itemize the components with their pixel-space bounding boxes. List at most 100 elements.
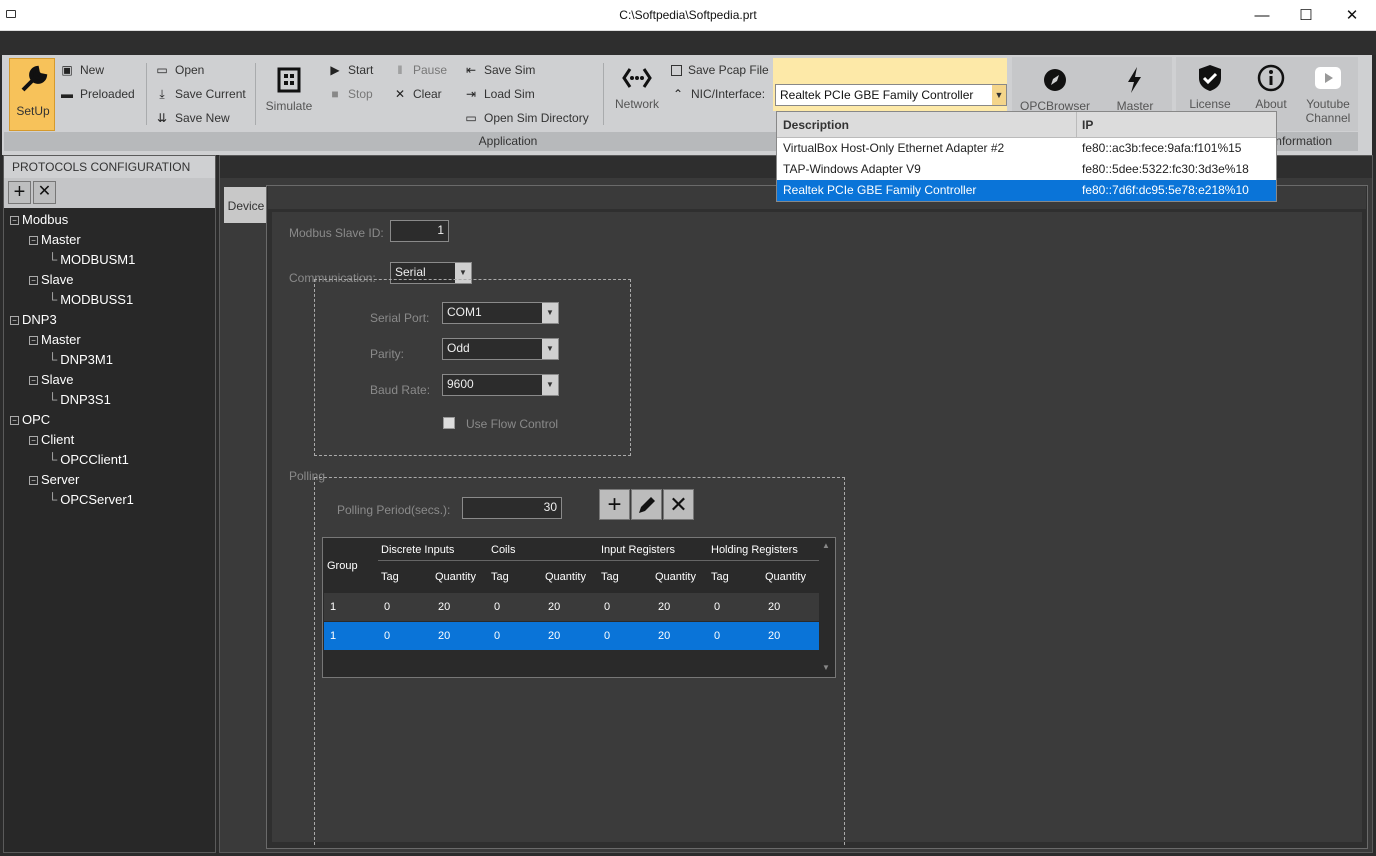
remove-protocol-button[interactable]: ✕ — [33, 181, 56, 204]
use-flow-control-checkbox[interactable] — [443, 417, 455, 429]
add-poll-button[interactable]: + — [599, 489, 630, 520]
tree-item[interactable]: └ MODBUSS1 — [48, 292, 133, 307]
edit-poll-button[interactable] — [631, 489, 662, 520]
table-row[interactable]: 1 0 20 0 20 0 20 0 20 — [324, 593, 819, 621]
discrete-inputs-header: Discrete Inputs — [381, 544, 455, 556]
collapse-icon[interactable]: − — [29, 276, 38, 286]
nic-combobox[interactable]: Realtek PCIe GBE Family Controller ▼ — [775, 84, 1007, 106]
collapse-icon[interactable]: − — [29, 476, 38, 486]
delete-poll-button[interactable]: ✕ — [663, 489, 694, 520]
stop-button[interactable]: ■ Stop — [328, 87, 372, 101]
chevron-down-icon[interactable]: ▼ — [992, 85, 1006, 105]
title-bar: C:\Softpedia\Softpedia.prt — ☐ ✕ — [0, 0, 1376, 31]
tree-item[interactable]: − Server — [29, 472, 79, 487]
description-column-header[interactable]: Description — [783, 118, 849, 132]
save-current-button[interactable]: ⤓ Save Current — [155, 87, 245, 101]
collapse-icon[interactable]: − — [10, 416, 19, 426]
maximize-button[interactable]: ☐ — [1283, 0, 1329, 31]
tree-item-label: OPCServer1 — [60, 492, 134, 507]
ip-column-header[interactable]: IP — [1082, 118, 1093, 132]
start-button[interactable]: ▶ Start — [328, 63, 373, 77]
tree-item[interactable]: − Slave — [29, 272, 74, 287]
tree-item[interactable]: − Master — [29, 332, 81, 347]
open-button[interactable]: ▭ Open — [155, 63, 204, 77]
tree-item[interactable]: − Master — [29, 232, 81, 247]
tree-item[interactable]: − Slave — [29, 372, 74, 387]
play-icon: ▶ — [330, 63, 340, 77]
nic-option[interactable]: TAP-Windows Adapter V9 fe80::5dee:5322:fc… — [777, 159, 1276, 180]
preloaded-button[interactable]: ▬ Preloaded — [60, 87, 135, 101]
tree-item[interactable]: − DNP3 — [10, 312, 57, 327]
clear-button[interactable]: ✕ Clear — [393, 87, 442, 101]
setup-button[interactable]: SetUp — [9, 58, 55, 131]
table-cell: 0 — [494, 601, 501, 613]
save-sim-label: Save Sim — [484, 63, 536, 77]
serial-port-select[interactable]: COM1 ▼ — [442, 302, 559, 324]
collapse-icon[interactable]: − — [29, 436, 38, 446]
nic-description: Realtek PCIe GBE Family Controller — [783, 183, 977, 197]
holding-registers-header: Holding Registers — [711, 544, 798, 556]
add-protocol-button[interactable]: + — [8, 181, 31, 204]
about-button[interactable]: About — [1244, 63, 1298, 111]
open-label: Open — [175, 63, 205, 77]
tab-device[interactable]: Device — [224, 187, 268, 223]
collapse-icon[interactable]: − — [29, 376, 38, 386]
scroll-down-icon[interactable]: ▼ — [822, 663, 830, 672]
tree-item[interactable]: └ OPCClient1 — [48, 452, 129, 467]
tree-connector-icon: └ — [48, 392, 58, 407]
save-new-button[interactable]: ⇊ Save New — [155, 111, 230, 125]
license-button[interactable]: License — [1182, 63, 1238, 111]
scroll-up-icon[interactable]: ▲ — [822, 541, 830, 550]
table-cell: 20 — [548, 601, 561, 613]
baud-rate-select[interactable]: 9600 ▼ — [442, 374, 559, 396]
tree-item-label: DNP3M1 — [60, 352, 113, 367]
save-pcap-file-checkbox[interactable]: Save Pcap File — [671, 63, 769, 77]
tree-item-label: MODBUSM1 — [60, 252, 136, 267]
ribbon-separator — [603, 63, 604, 125]
input-registers-header: Input Registers — [601, 544, 675, 556]
coils-header: Coils — [491, 544, 516, 556]
tree-connector-icon: └ — [48, 252, 58, 267]
vertical-scrollbar[interactable]: ▲ ▼ — [820, 539, 834, 676]
info-icon — [1257, 64, 1285, 92]
nic-option[interactable]: VirtualBox Host-Only Ethernet Adapter #2… — [777, 138, 1276, 159]
simulate-label: Simulate — [265, 99, 313, 113]
ribbon-separator — [146, 63, 147, 125]
polling-period-field[interactable]: 30 — [462, 497, 562, 519]
close-button[interactable]: ✕ — [1329, 0, 1375, 31]
open-sim-directory-button[interactable]: ▭ Open Sim Directory — [464, 111, 588, 125]
tree-item-label: Slave — [41, 272, 74, 287]
nic-option-selected[interactable]: Realtek PCIe GBE Family Controller fe80::… — [777, 180, 1276, 201]
minimize-button[interactable]: — — [1239, 0, 1285, 31]
collapse-icon[interactable]: − — [10, 316, 19, 326]
new-button[interactable]: ▣ New — [60, 63, 104, 77]
tree-item[interactable]: └ DNP3S1 — [48, 392, 111, 407]
simulate-button[interactable]: Simulate — [264, 65, 314, 113]
collapse-icon[interactable]: − — [10, 216, 19, 226]
table-row-selected[interactable]: 1 0 20 0 20 0 20 0 20 — [324, 622, 819, 650]
collapse-icon[interactable]: − — [29, 336, 38, 346]
parity-select[interactable]: Odd ▼ — [442, 338, 559, 360]
tree-item[interactable]: − Modbus — [10, 212, 68, 227]
tree-item[interactable]: └ DNP3M1 — [48, 352, 113, 367]
network-button[interactable]: Network — [612, 63, 662, 111]
master-button[interactable]: Master — [1100, 65, 1170, 113]
tree-item[interactable]: └ OPCServer1 — [48, 492, 134, 507]
tree-item-label: Slave — [41, 372, 74, 387]
tree-item[interactable]: └ MODBUSM1 — [48, 252, 135, 267]
network-label: Network — [614, 97, 659, 111]
tree-item[interactable]: − OPC — [10, 412, 50, 427]
tree-connector-icon: └ — [48, 492, 58, 507]
new-label: New — [80, 63, 105, 77]
opc-browser-button[interactable]: OPCBrowser — [1018, 65, 1092, 113]
clear-label: Clear — [413, 87, 442, 101]
load-sim-button[interactable]: ⇥ Load Sim — [464, 87, 535, 101]
pause-button[interactable]: ‖ Pause — [393, 63, 448, 77]
modbus-slave-id-field[interactable]: 1 — [390, 220, 449, 242]
shield-check-icon — [1199, 65, 1221, 91]
tree-item-label: OPCClient1 — [60, 452, 129, 467]
collapse-icon[interactable]: − — [29, 236, 38, 246]
save-sim-button[interactable]: ⇤ Save Sim — [464, 63, 535, 77]
tree-item[interactable]: − Client — [29, 432, 74, 447]
youtube-channel-button[interactable]: Youtube Channel — [1300, 63, 1356, 125]
